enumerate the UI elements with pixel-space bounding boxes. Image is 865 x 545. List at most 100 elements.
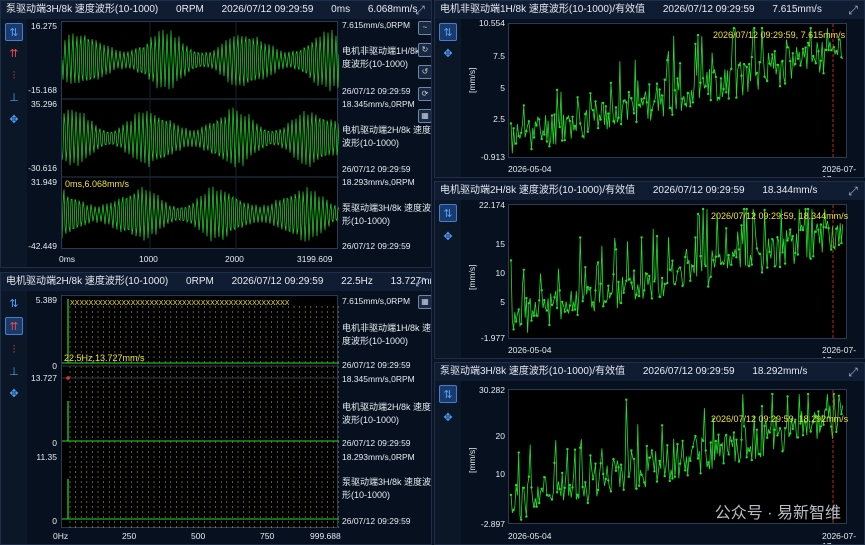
trend-point xyxy=(753,26,756,30)
trend-point xyxy=(599,118,602,121)
wave-ch1-ymin: -15.168 xyxy=(28,85,57,95)
trend-point xyxy=(835,227,838,230)
wave-xtick-0: 0ms xyxy=(59,254,76,264)
trend-point xyxy=(532,505,536,508)
trend-2-plot[interactable]: 2026/07/12 09:29:59, 18.344mm/s xyxy=(508,204,848,340)
trend-point xyxy=(714,75,718,79)
fullscreen-icon[interactable]: ⤢ xyxy=(846,184,860,198)
harmonic-markers: XXXXXXXXXXXXXXXXXXXXXXXXXXXXXXXXXXXXXXXX… xyxy=(70,300,290,307)
trend-point xyxy=(635,487,638,490)
trend-point xyxy=(591,109,595,112)
spec-ch2-name: 电机驱动端2H/8k 速度波形(10-1000) xyxy=(342,402,432,425)
move-icon[interactable]: ✥ xyxy=(439,228,457,246)
single-cursor-icon[interactable]: ⇅ xyxy=(439,23,457,41)
fullscreen-icon[interactable]: ⤢ xyxy=(413,275,427,289)
trend-3-toolbar: ⇅ ✥ xyxy=(435,381,461,544)
dual-cursor-icon[interactable]: ⇈ xyxy=(5,45,23,63)
trend-point xyxy=(717,433,720,436)
spec-xtick-1: 250 xyxy=(122,531,137,541)
trend-point xyxy=(781,251,784,254)
trend-2-datetime: 2026/07/12 09:29:59 xyxy=(652,185,745,196)
harmonic-cursor-icon[interactable]: ⫶ xyxy=(5,67,23,85)
move-icon[interactable]: ✥ xyxy=(439,45,457,63)
fullscreen-icon[interactable]: ⤢ xyxy=(846,3,860,17)
trend-point xyxy=(673,89,677,92)
trend-point xyxy=(619,301,623,305)
trend-point xyxy=(768,431,771,434)
trend-point xyxy=(837,243,841,247)
trend-point xyxy=(694,42,697,46)
reset-icon[interactable]: ↺ xyxy=(418,65,431,79)
trend-point xyxy=(755,247,759,250)
trend-point xyxy=(730,67,733,71)
trend-point xyxy=(525,129,528,133)
single-cursor-icon[interactable]: ⇅ xyxy=(5,295,23,313)
baseline-icon[interactable]: ⊥ xyxy=(5,363,23,381)
trend-point xyxy=(602,472,605,476)
trend-point xyxy=(799,228,802,232)
trend-point xyxy=(776,236,779,239)
single-cursor-icon[interactable]: ⇅ xyxy=(5,23,23,41)
trend-point xyxy=(535,505,538,508)
single-cursor-icon[interactable]: ⇅ xyxy=(439,204,457,222)
move-icon[interactable]: ✥ xyxy=(439,409,457,427)
grid-icon[interactable]: ▦ xyxy=(418,295,431,309)
trend-point xyxy=(538,118,541,121)
trend-point xyxy=(514,483,518,487)
trend-point xyxy=(512,328,515,331)
spectrum-plot[interactable]: XXXXXXXXXXXXXXXXXXXXXXXXXXXXXXXXXXXXXXXX… xyxy=(61,295,339,529)
wave-ch1-top: 7.615mm/s,0RPM xyxy=(342,20,411,30)
fullscreen-icon[interactable]: ⤢ xyxy=(413,3,427,17)
wave-ch2-ymax: 35.296 xyxy=(31,99,57,109)
trend-point xyxy=(745,207,748,211)
trend-point xyxy=(627,475,630,478)
refresh-icon[interactable]: ⟳ xyxy=(418,87,431,101)
trend-point xyxy=(771,392,774,396)
dual-cursor-icon[interactable]: ⇈ xyxy=(5,317,23,335)
trend-point xyxy=(563,139,566,142)
trend-point xyxy=(617,466,620,469)
trend-3-header: 泵驱动端3H/8k 速度波形(10-1000)/有效值 2026/07/12 0… xyxy=(435,363,864,381)
trend-point xyxy=(660,94,664,97)
trend-2-toolbar: ⇅ ✥ xyxy=(435,200,461,358)
trend-point xyxy=(778,265,782,269)
trend-point xyxy=(730,263,733,266)
trend-point xyxy=(778,427,782,430)
trend-1-plot[interactable]: 2026/07/12 09:29:59, 7.615mm/s xyxy=(508,23,847,159)
trend-panel-1: 电机非驱动端1H/8k 速度波形(10-1000)/有效值 2026/07/12… xyxy=(434,0,865,178)
trend-point xyxy=(530,147,533,151)
fullscreen-icon[interactable]: ⤢ xyxy=(846,365,860,379)
trend-point xyxy=(596,488,600,492)
harmonic-cursor-icon[interactable]: ⫶ xyxy=(5,341,23,359)
trend-trace xyxy=(510,27,844,154)
trend-point xyxy=(550,303,554,307)
trend-point xyxy=(568,304,572,307)
trend-point xyxy=(750,458,753,462)
single-cursor-icon[interactable]: ⇅ xyxy=(439,385,457,403)
trend-point xyxy=(617,280,620,284)
trend-1-header: 电机非驱动端1H/8k 速度波形(10-1000)/有效值 2026/07/12… xyxy=(435,1,864,19)
chart-settings-icon[interactable]: ~ xyxy=(418,21,431,35)
grid-icon[interactable]: ▦ xyxy=(418,109,431,123)
trend-point xyxy=(676,270,679,273)
rotate-icon[interactable]: ↻ xyxy=(418,43,431,57)
trend-point xyxy=(748,449,751,452)
trend-point xyxy=(522,268,525,271)
trend-point xyxy=(648,274,651,278)
trend-point xyxy=(786,395,789,398)
waveform-plot[interactable]: 0ms,6.068mm/s xyxy=(61,21,339,250)
trend-point xyxy=(676,442,679,446)
move-icon[interactable]: ✥ xyxy=(5,111,23,129)
trend-point xyxy=(755,428,759,431)
trend-point xyxy=(586,501,589,505)
trend-point xyxy=(796,57,800,60)
trend-point xyxy=(637,103,641,107)
trend-point xyxy=(596,261,600,264)
trend-point xyxy=(566,116,569,120)
trend-point xyxy=(794,62,797,66)
trend-point xyxy=(550,498,554,501)
trend-point xyxy=(766,79,769,83)
baseline-icon[interactable]: ⊥ xyxy=(5,89,23,107)
move-icon[interactable]: ✥ xyxy=(5,385,23,403)
trend-point xyxy=(625,101,628,104)
